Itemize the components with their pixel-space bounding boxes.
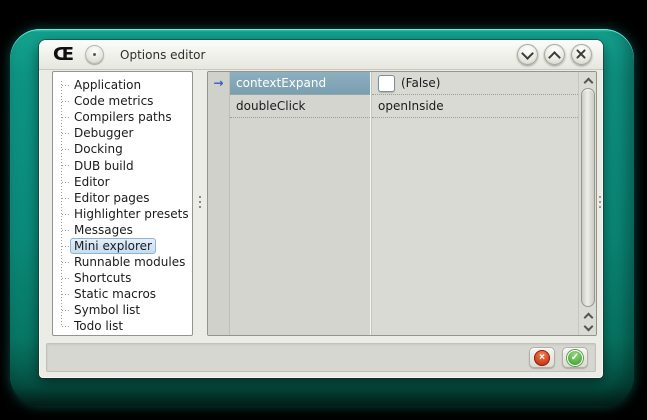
sidebar-item-dub-build[interactable]: DUB build <box>53 157 192 173</box>
scroll-up-icon-bottom[interactable] <box>584 311 592 319</box>
property-name-contextexpand[interactable]: contextExpand <box>230 72 370 95</box>
sidebar-item-application[interactable]: Application <box>53 77 192 93</box>
footer-bar: × ✓ <box>46 343 596 372</box>
sidebar-item-todo-list[interactable]: Todo list <box>53 318 192 334</box>
accept-check-icon: ✓ <box>567 350 583 366</box>
sidebar-item-compilers-paths[interactable]: Compilers paths <box>53 109 192 125</box>
scroll-down-icon[interactable] <box>584 323 592 331</box>
titlebar[interactable]: Œ Options editor <box>39 40 603 70</box>
options-editor-dialog: Œ Options editor Application Code metric… <box>39 40 603 378</box>
close-button[interactable] <box>571 44 592 65</box>
sidebar-item-label: Highlighter presets <box>70 206 193 222</box>
sidebar-item-highlighter-presets[interactable]: Highlighter presets <box>53 206 192 222</box>
sidebar-item-code-metrics[interactable]: Code metrics <box>53 93 192 109</box>
shade-button[interactable] <box>517 44 538 65</box>
sidebar-item-editor[interactable]: Editor <box>53 174 192 190</box>
grid-scrollbar[interactable] <box>578 72 596 335</box>
sidebar-item-symbol-list[interactable]: Symbol list <box>53 302 192 318</box>
property-value-text: openInside <box>378 99 444 113</box>
scroll-up-icon[interactable] <box>584 76 592 84</box>
sidebar-item-mini-explorer[interactable]: Mini explorer <box>53 238 192 254</box>
sidebar-item-label: Editor pages <box>70 190 154 206</box>
property-grid: → contextExpand doubleClick (False) open… <box>207 71 597 336</box>
window-controls <box>517 44 592 65</box>
sidebar-item-editor-pages[interactable]: Editor pages <box>53 190 192 206</box>
property-name-column: contextExpand doubleClick <box>230 72 371 335</box>
splitter-grip[interactable] <box>198 196 201 209</box>
sidebar-item-label: DUB build <box>70 158 138 174</box>
property-value-doubleclick[interactable]: openInside <box>372 95 578 118</box>
property-grid-gutter: → <box>208 72 230 335</box>
resize-grip[interactable] <box>598 196 601 209</box>
screenshot-stage: Œ Options editor Application Code metric… <box>0 0 647 420</box>
accept-button[interactable]: ✓ <box>562 347 588 368</box>
sidebar-item-docking[interactable]: Docking <box>53 141 192 157</box>
sidebar-item-label: Debugger <box>70 125 137 141</box>
sidebar-item-label: Todo list <box>70 318 127 334</box>
sidebar-item-shortcuts[interactable]: Shortcuts <box>53 270 192 286</box>
cancel-button[interactable]: × <box>529 347 555 368</box>
sidebar-item-static-macros[interactable]: Static macros <box>53 286 192 302</box>
sidebar-item-label: Mini explorer <box>70 238 156 254</box>
checkbox-unchecked[interactable] <box>378 75 395 92</box>
sidebar-item-label: Application <box>70 77 145 93</box>
sidebar-item-label: Docking <box>70 141 127 157</box>
sidebar-item-label: Static macros <box>70 286 160 302</box>
selected-row-arrow-icon: → <box>208 72 229 95</box>
sidebar-item-label: Compilers paths <box>70 109 176 125</box>
category-tree: Application Code metrics Compilers paths… <box>52 71 193 336</box>
app-logo-icon: Œ <box>53 46 72 64</box>
chevron-up-icon <box>548 51 561 64</box>
chevron-down-icon <box>521 47 534 60</box>
sidebar-item-label: Messages <box>70 222 137 238</box>
sidebar-item-messages[interactable]: Messages <box>53 222 192 238</box>
sidebar-item-label: Shortcuts <box>70 270 135 286</box>
cancel-x-icon: × <box>534 350 550 366</box>
sidebar-item-label: Editor <box>70 174 114 190</box>
sidebar-item-runnable-modules[interactable]: Runnable modules <box>53 254 192 270</box>
window-menu-dot-button[interactable] <box>85 45 104 64</box>
sidebar-item-label: Code metrics <box>70 93 157 109</box>
property-value-contextexpand[interactable]: (False) <box>372 72 578 95</box>
checkbox-state-label: (False) <box>401 76 441 90</box>
maximize-button[interactable] <box>544 44 565 65</box>
window-title: Options editor <box>120 48 205 62</box>
property-value-column: (False) openInside <box>371 72 578 335</box>
sidebar-item-label: Runnable modules <box>70 254 189 270</box>
property-name-doubleclick[interactable]: doubleClick <box>230 95 370 118</box>
scrollbar-thumb[interactable] <box>581 88 595 307</box>
sidebar-item-label: Symbol list <box>70 302 144 318</box>
sidebar-item-debugger[interactable]: Debugger <box>53 125 192 141</box>
